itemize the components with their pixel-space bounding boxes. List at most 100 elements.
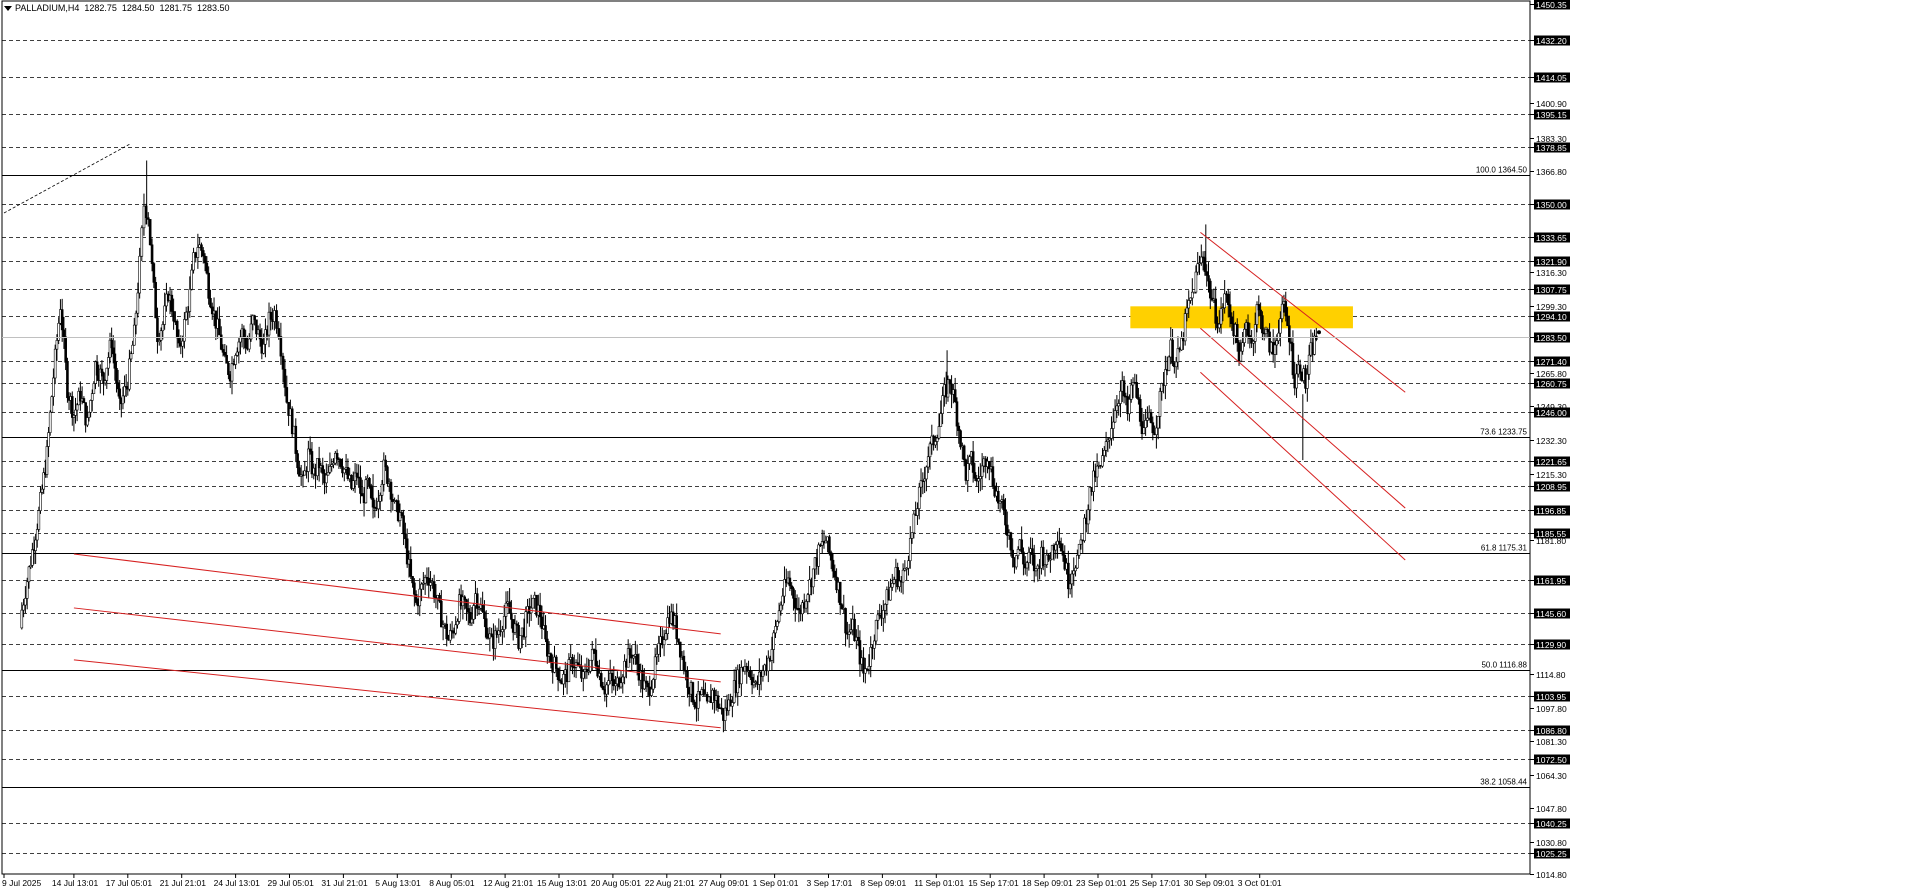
candle-body: [544, 625, 547, 640]
candle-body: [910, 532, 914, 539]
candle-body: [386, 466, 389, 484]
candle-body: [1155, 427, 1158, 436]
time-tick-label: 27 Aug 09:01: [699, 878, 749, 888]
candle-body: [70, 396, 74, 418]
candle-body: [66, 361, 69, 399]
time-tick-label: 21 Jul 21:01: [160, 878, 207, 888]
candle-body: [1253, 324, 1257, 342]
price-tick-label: 1271.40: [1536, 357, 1567, 367]
candle-body: [118, 388, 122, 399]
price-tick-label: 1072.50: [1536, 755, 1567, 765]
candle-body: [1257, 304, 1261, 311]
candle-body: [1306, 373, 1309, 389]
time-tick-label: 30 Sep 09:01: [1184, 878, 1235, 888]
price-tick-label: 1366.80: [1536, 167, 1567, 177]
candle-body: [1230, 316, 1234, 325]
candle-body: [605, 684, 608, 695]
candle-body: [196, 247, 200, 258]
candle-body: [678, 641, 682, 658]
candle-body: [481, 604, 484, 613]
time-axis[interactable]: 9 Jul 2025 14 Jul 13:01 17 Jul 05:01 21 Jul…: [2, 874, 1282, 888]
candle-body: [42, 472, 46, 490]
candle-body: [607, 680, 610, 686]
candle-body: [556, 668, 560, 681]
candle-body: [326, 472, 330, 476]
candle-body: [170, 294, 174, 312]
candle-body: [123, 386, 126, 397]
candle-body: [105, 367, 109, 381]
candle-body: [793, 597, 797, 609]
candle-body: [1261, 315, 1264, 334]
candle-body: [652, 679, 655, 690]
candle-body: [1298, 364, 1302, 373]
time-tick-label: 9 Jul 2025: [2, 878, 41, 888]
candle-body: [31, 549, 34, 566]
candle-body: [128, 358, 131, 390]
candle-body: [1208, 280, 1212, 299]
price-tick-label: 1181.80: [1536, 536, 1566, 546]
fib-label: 50.0 1116.88: [1481, 661, 1527, 670]
price-tick-label: 1014.80: [1536, 870, 1567, 880]
candle-body: [360, 493, 364, 497]
price-tick-label: 1040.25: [1536, 819, 1567, 829]
candle-body: [581, 671, 585, 679]
candle-body: [454, 624, 457, 634]
candle-body: [25, 581, 29, 599]
close-value: 1283.50: [197, 3, 230, 13]
candle-body: [463, 596, 466, 600]
candle-body: [934, 441, 937, 446]
candle-body: [833, 570, 837, 578]
candle-body: [100, 368, 104, 373]
dropdown-triangle-icon[interactable]: [4, 6, 12, 12]
candle-body: [1102, 449, 1106, 456]
candle-body: [519, 635, 522, 649]
candle-body: [22, 604, 25, 611]
candle-body: [92, 383, 96, 394]
candle-body: [184, 311, 188, 320]
candle-body: [1194, 271, 1198, 293]
candle-body: [774, 626, 777, 634]
candle-body: [966, 463, 970, 481]
candle-body: [192, 252, 195, 271]
candle-body: [414, 594, 418, 603]
candle-body: [1025, 562, 1029, 569]
candle-body: [111, 347, 115, 355]
price-axis[interactable]: 1450.351432.201414.051400.901395.151383.…: [1530, 0, 1570, 880]
candle-body: [470, 618, 474, 624]
candle-body: [1077, 543, 1081, 556]
price-chart[interactable]: 100.0 1364.50 73.6 1233.75 61.8 1175.31 50.…: [0, 0, 1916, 888]
candle-body: [466, 608, 470, 613]
candle-body: [188, 288, 192, 312]
candle-body: [378, 495, 382, 502]
candle-body: [148, 219, 152, 246]
candle-body: [677, 638, 680, 643]
candle-body: [368, 478, 371, 487]
candle-body: [935, 437, 939, 442]
candle-body: [907, 560, 910, 569]
candle-body: [438, 595, 441, 602]
candle-body: [962, 445, 966, 461]
price-tick-label: 1395.15: [1536, 110, 1567, 120]
candle-body: [1164, 369, 1167, 386]
candle-body: [131, 344, 134, 355]
candle-body: [40, 488, 44, 493]
candle-body: [1279, 318, 1282, 334]
candle-body: [1167, 356, 1171, 372]
candle-body: [779, 604, 783, 612]
candle-body: [1207, 275, 1210, 282]
candle-body: [472, 605, 475, 620]
time-tick-label: 15 Sep 17:01: [968, 878, 1019, 888]
fib-label: 100.0 1364.50: [1476, 166, 1528, 175]
candle-body: [1144, 420, 1147, 428]
candle-body: [873, 640, 876, 649]
candle-body: [957, 425, 961, 431]
time-tick-label: 14 Jul 13:01: [52, 878, 99, 888]
candle-body: [912, 513, 916, 533]
candle-body: [380, 484, 384, 496]
candle-body: [27, 566, 31, 583]
candle-body: [1273, 344, 1277, 355]
candle-body: [781, 595, 784, 606]
candle-body: [646, 682, 650, 688]
candle-body: [449, 630, 452, 641]
price-tick-label: 1047.80: [1536, 804, 1567, 814]
